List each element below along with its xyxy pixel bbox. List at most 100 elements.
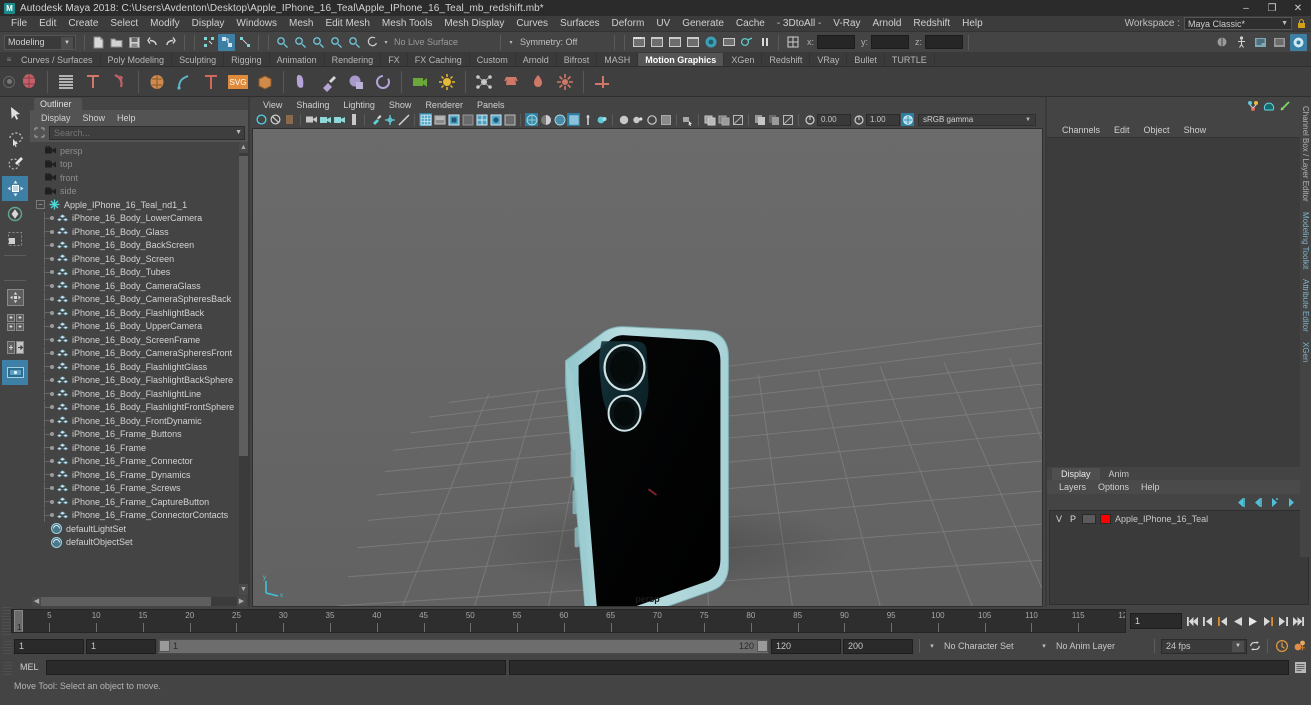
gamma-value-field[interactable]: 1.00 — [866, 113, 900, 126]
make-live-icon[interactable] — [364, 34, 381, 51]
script-editor-button[interactable] — [1292, 660, 1308, 675]
outliner-child-item[interactable]: iPhone_16_Body_UpperCamera — [34, 319, 248, 334]
mash-waiter-icon[interactable] — [144, 69, 170, 95]
outliner-child-item[interactable]: iPhone_16_Body_Screen — [34, 252, 248, 266]
measure-icon[interactable] — [397, 113, 410, 126]
go-to-start-button[interactable] — [1186, 613, 1200, 629]
menu-create[interactable]: Create — [62, 16, 104, 32]
last-tool-button[interactable] — [2, 285, 28, 310]
menu-modify[interactable]: Modify — [144, 16, 185, 32]
outliner-child-item[interactable]: iPhone_16_Body_CameraSpheresBack — [34, 292, 248, 307]
outliner-child-item[interactable]: iPhone_16_Frame_Dynamics — [34, 468, 248, 482]
outliner-menu-display[interactable]: Display — [35, 113, 77, 123]
bullet-orbit-icon[interactable] — [370, 69, 396, 95]
shelf-tab-custom[interactable]: Custom — [470, 53, 516, 66]
ipr-render-region-icon[interactable] — [369, 113, 382, 126]
lock-icon[interactable] — [1296, 17, 1307, 30]
viewport-menu-view[interactable]: View — [256, 100, 289, 110]
shelf-tab-curves-surfaces[interactable]: Curves / Surfaces — [14, 53, 101, 66]
shaded-textured-icon[interactable] — [475, 113, 488, 126]
bullet-ripple-icon[interactable] — [343, 69, 369, 95]
menu-set-dropdown[interactable]: Modeling ▼ — [4, 34, 76, 50]
menu-generate[interactable]: Generate — [676, 16, 730, 32]
wireframe-shading-icon[interactable] — [419, 113, 432, 126]
minimize-button[interactable]: – — [1233, 0, 1259, 16]
shelf-tab-vray[interactable]: VRay — [810, 53, 848, 66]
snap-point-tool-button[interactable] — [2, 335, 28, 360]
channelbox-menu-edit[interactable]: Edit — [1107, 125, 1137, 135]
copy-render-icon[interactable] — [753, 113, 766, 126]
outliner-menu-show[interactable]: Show — [77, 113, 112, 123]
list-item[interactable]: side — [34, 185, 248, 199]
outliner-tree[interactable]: persp top front side – Apple_IPhone_16_T… — [30, 142, 248, 595]
viewport-3d-canvas[interactable]: y x persp — [252, 128, 1043, 607]
snap-grid-tool-button[interactable] — [2, 310, 28, 335]
rotate-tool-button[interactable] — [2, 201, 28, 226]
outliner-child-item[interactable]: iPhone_16_Frame_CaptureButton — [34, 495, 248, 509]
two-sided-lighting-icon[interactable] — [319, 113, 332, 126]
pause-render-icon[interactable] — [756, 34, 773, 51]
animation-end-time-field[interactable]: 200 — [843, 638, 913, 654]
show-hide-attribute-editor-icon[interactable] — [648, 34, 665, 51]
viewport-menu-renderer[interactable]: Renderer — [418, 100, 470, 110]
list-item[interactable]: front — [34, 171, 248, 185]
scroll-right-icon[interactable]: ▶ — [237, 596, 246, 606]
outliner-child-item[interactable]: iPhone_16_Frame_Connector — [34, 454, 248, 469]
render-settings-icon[interactable] — [784, 34, 801, 51]
current-time-indicator[interactable]: 1 — [14, 610, 23, 632]
y-input-field[interactable] — [871, 35, 910, 49]
shelf-tab-rigging[interactable]: Rigging — [224, 53, 270, 66]
motion-blur-icon[interactable] — [581, 113, 594, 126]
layer-menu-help[interactable]: Help — [1135, 482, 1166, 492]
outliner-child-item[interactable]: iPhone_16_Body_FlashlightLine — [34, 387, 248, 401]
time-slider-track[interactable]: 1 5 10 15 20 25 30 35 40 45 50 55 60 65 70 75 80 85 90 95 1… — [11, 609, 1126, 633]
step-back-frame-button[interactable] — [1216, 613, 1230, 629]
render-sequence-icon[interactable] — [720, 34, 737, 51]
rigging-skeleton-icon[interactable] — [1233, 34, 1250, 51]
scrollbar-thumb[interactable] — [41, 596, 211, 606]
scrollbar-track[interactable] — [41, 596, 237, 606]
playback-end-time-field[interactable]: 120 — [771, 638, 841, 654]
outliner-menu-help[interactable]: Help — [111, 113, 142, 123]
command-line-grip[interactable] — [3, 659, 12, 675]
mash-light-icon[interactable] — [434, 69, 460, 95]
script-editor-icon[interactable] — [1252, 34, 1269, 51]
outliner-child-item[interactable]: iPhone_16_Body_Tubes — [34, 265, 248, 280]
shelf-options-icon[interactable] — [3, 75, 15, 88]
character-set-dropdown-icon[interactable]: ▾ — [926, 639, 938, 654]
current-frame-field[interactable]: 1 — [1130, 613, 1182, 629]
command-language-label[interactable]: MEL — [15, 662, 43, 672]
mash-text-icon[interactable] — [80, 69, 106, 95]
step-forward-key-button[interactable] — [1276, 613, 1290, 629]
mash-merge-icon[interactable] — [589, 69, 615, 95]
ambient-occlusion-icon[interactable] — [553, 113, 566, 126]
expand-collapse-icon[interactable]: – — [36, 200, 45, 210]
time-slider-grip[interactable] — [2, 607, 11, 635]
shelf-tab-motion-graphics[interactable]: Motion Graphics — [638, 53, 725, 66]
animation-preferences-icon[interactable] — [1292, 639, 1308, 654]
scroll-down-icon[interactable]: ▼ — [239, 584, 248, 595]
anim-layer-dropdown-icon[interactable]: ▾ — [1038, 639, 1050, 654]
shelf-tab-sculpting[interactable]: Sculpting — [172, 53, 225, 66]
snap-to-point-icon[interactable] — [310, 34, 327, 51]
shelf-tab-animation[interactable]: Animation — [270, 53, 325, 66]
chevron-down-icon[interactable]: ▾ — [506, 37, 516, 47]
film-gate-icon[interactable] — [347, 113, 360, 126]
outliner-child-item[interactable]: iPhone_16_Body_FlashlightFrontSphere — [34, 400, 248, 415]
modeling-toolkit-icon[interactable] — [1262, 99, 1275, 112]
new-layer-from-selected-icon[interactable] — [1285, 496, 1297, 508]
side-tab-modeling-toolkit[interactable]: Modeling Toolkit — [1301, 207, 1310, 274]
smooth-shade-all-icon[interactable] — [433, 113, 446, 126]
outliner-child-item[interactable]: iPhone_16_Body_FlashlightBackSphere — [34, 373, 248, 388]
show-manipulator-tool-button[interactable] — [2, 360, 28, 385]
shelf-tab-fx-caching[interactable]: FX Caching — [408, 53, 470, 66]
select-camera-icon[interactable] — [255, 113, 268, 126]
step-forward-frame-button[interactable] — [1261, 613, 1275, 629]
close-button[interactable]: ✕ — [1285, 0, 1311, 16]
outliner-child-item[interactable]: iPhone_16_Body_Glass — [34, 225, 248, 239]
outliner-child-item[interactable]: iPhone_16_Body_ScreenFrame — [34, 333, 248, 347]
mash-flight-icon[interactable] — [498, 69, 524, 95]
side-tab-xgen[interactable]: XGen — [1301, 337, 1310, 367]
select-by-hierarchy-icon[interactable] — [200, 34, 217, 51]
anim-layer-field[interactable]: No Anim Layer — [1052, 638, 1148, 654]
